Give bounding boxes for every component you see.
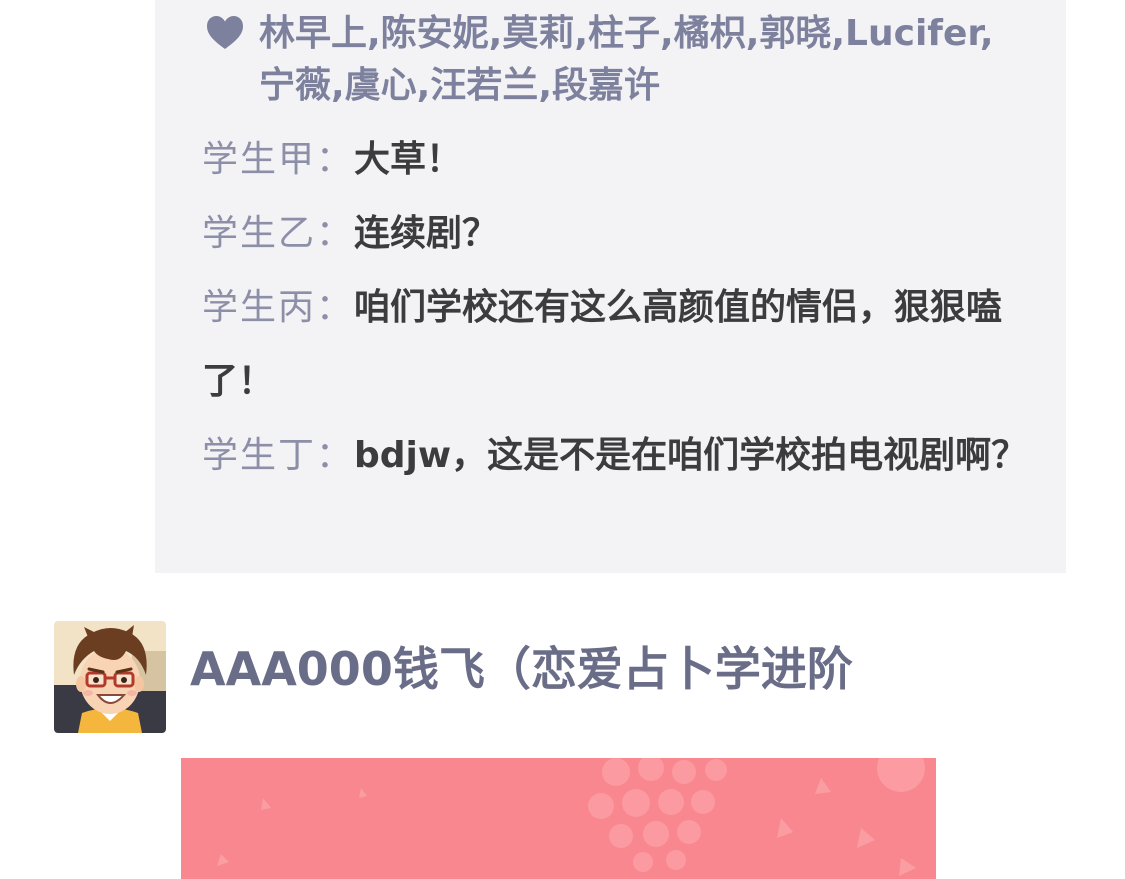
comment-speaker[interactable]: 学生丁： (202, 435, 354, 476)
comment-text: bdjw，这是不是在咱们学校拍电视剧啊？ (354, 435, 1028, 476)
user-avatar[interactable] (54, 621, 166, 733)
likes-row: 林早上,陈安妮,莫莉,柱子,橘枳,郭晓,Lucifer,宁薇,虞心,汪若兰,段嘉… (205, 8, 1045, 112)
likes-list[interactable]: 林早上,陈安妮,莫莉,柱子,橘枳,郭晓,Lucifer,宁薇,虞心,汪若兰,段嘉… (259, 8, 999, 112)
heart-icon (207, 16, 243, 49)
bokeh-pattern-icon (217, 758, 925, 876)
comment-text: 大草！ (354, 139, 463, 180)
comment-item[interactable]: 学生甲：大草！ (202, 123, 1042, 197)
comment-item[interactable]: 学生丁：bdjw，这是不是在咱们学校拍电视剧啊？ (202, 419, 1042, 493)
comment-speaker[interactable]: 学生丙： (202, 287, 354, 328)
cartoon-boy-avatar-icon (54, 621, 166, 733)
username[interactable]: AAA000钱飞（恋爱占卜学进阶 (190, 636, 853, 702)
comment-item[interactable]: 学生乙：连续剧？ (202, 197, 1042, 271)
comment-item[interactable]: 学生丙：咱们学校还有这么高颜值的情侣，狠狠嗑了！ (202, 271, 1042, 419)
comment-speaker[interactable]: 学生乙： (202, 213, 354, 254)
comments-list: 学生甲：大草！ 学生乙：连续剧？ 学生丙：咱们学校还有这么高颜值的情侣，狠狠嗑了… (202, 123, 1042, 493)
comment-speaker[interactable]: 学生甲： (202, 139, 354, 180)
comment-text: 连续剧？ (354, 213, 499, 254)
post-card: 林早上,陈安妮,莫莉,柱子,橘枳,郭晓,Lucifer,宁薇,虞心,汪若兰,段嘉… (155, 0, 1066, 573)
post-image-banner[interactable] (181, 758, 936, 879)
